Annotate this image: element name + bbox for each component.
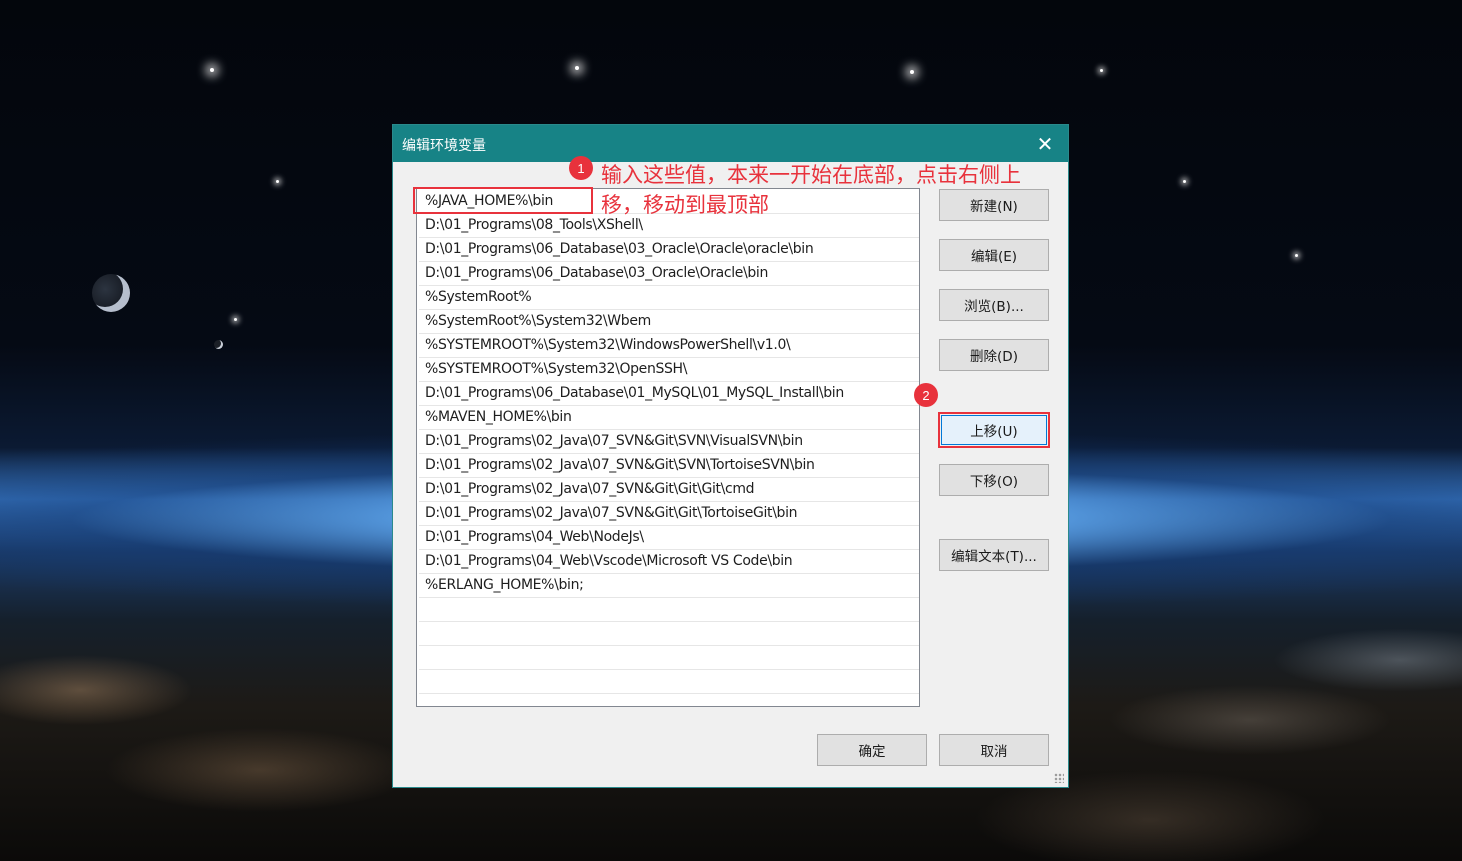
path-list-item[interactable]: %SystemRoot%\System32\Wbem [419, 310, 919, 334]
annotation-badge-1: 1 [569, 156, 593, 180]
path-list-item-text: D:\01_Programs\04_Web\NodeJs\ [425, 529, 644, 545]
star [575, 66, 579, 70]
star [1100, 69, 1103, 72]
title-bar[interactable]: 编辑环境变量 ✕ [393, 125, 1068, 162]
path-list-item[interactable]: %SYSTEMROOT%\System32\OpenSSH\ [419, 358, 919, 382]
path-list-item-text: D:\01_Programs\02_Java\07_SVN&Git\SVN\Vi… [425, 433, 803, 449]
path-list-item-text: D:\01_Programs\06_Database\03_Oracle\Ora… [425, 265, 768, 281]
path-list-item[interactable]: D:\01_Programs\02_Java\07_SVN&Git\SVN\To… [419, 454, 919, 478]
path-list-item-text: D:\01_Programs\02_Java\07_SVN&Git\Git\Gi… [425, 481, 755, 497]
star [234, 318, 237, 321]
path-list-item-text: D:\01_Programs\04_Web\Vscode\Microsoft V… [425, 553, 793, 569]
star [1183, 180, 1186, 183]
planet [92, 274, 130, 312]
path-list-item[interactable]: D:\01_Programs\04_Web\Vscode\Microsoft V… [419, 550, 919, 574]
star [910, 70, 914, 74]
annotation-note: 输入这些值，本来一开始在底部，点击右侧上移，移动到最顶部 [601, 163, 1021, 217]
path-list-item-text: %JAVA_HOME%\bin [425, 193, 554, 209]
path-list-item-text: D:\01_Programs\06_Database\03_Oracle\Ora… [425, 241, 814, 257]
dialog-title: 编辑环境变量 [402, 138, 486, 154]
path-list-item-text: %SystemRoot% [425, 289, 532, 305]
star [210, 68, 214, 72]
path-list-item[interactable] [419, 622, 919, 646]
path-list-item-text: %MAVEN_HOME%\bin [425, 409, 572, 425]
star [276, 180, 279, 183]
path-list-item[interactable]: %SYSTEMROOT%\System32\WindowsPowerShell\… [419, 334, 919, 358]
edit-text-button[interactable]: 编辑文本(T)... [939, 539, 1049, 571]
cancel-button[interactable]: 取消 [939, 734, 1049, 766]
path-list-item-text: D:\01_Programs\02_Java\07_SVN&Git\SVN\To… [425, 457, 815, 473]
path-list-item-text: %SYSTEMROOT%\System32\OpenSSH\ [425, 361, 688, 377]
path-list-item[interactable]: D:\01_Programs\04_Web\NodeJs\ [419, 526, 919, 550]
move-up-button[interactable]: 上移(U) [941, 415, 1047, 445]
close-button[interactable]: ✕ [1022, 125, 1068, 162]
path-list-item-text: %SystemRoot%\System32\Wbem [425, 313, 651, 329]
path-list-item[interactable] [419, 670, 919, 694]
path-list-item[interactable] [419, 598, 919, 622]
path-list-item[interactable]: D:\01_Programs\02_Java\07_SVN&Git\Git\To… [419, 502, 919, 526]
path-list[interactable]: %JAVA_HOME%\bin D:\01_Programs\08_Tools\X… [416, 188, 920, 707]
annotation-badge-2: 2 [914, 383, 938, 407]
path-list-item[interactable] [419, 646, 919, 670]
path-list-item[interactable]: D:\01_Programs\06_Database\03_Oracle\Ora… [419, 262, 919, 286]
close-icon: ✕ [1036, 131, 1054, 156]
edit-button[interactable]: 编辑(E) [939, 239, 1049, 271]
path-list-item[interactable]: %SystemRoot% [419, 286, 919, 310]
path-list-item-text: %ERLANG_HOME%\bin; [425, 577, 584, 593]
path-list-item[interactable]: D:\01_Programs\02_Java\07_SVN&Git\Git\Gi… [419, 478, 919, 502]
path-list-item[interactable] [419, 694, 919, 706]
ok-button[interactable]: 确定 [817, 734, 927, 766]
resize-grip-icon[interactable] [1054, 773, 1064, 783]
path-list-item[interactable]: D:\01_Programs\06_Database\03_Oracle\Ora… [419, 238, 919, 262]
path-list-item[interactable]: %ERLANG_HOME%\bin; [419, 574, 919, 598]
move-down-button[interactable]: 下移(O) [939, 464, 1049, 496]
path-list-item-text: D:\01_Programs\02_Java\07_SVN&Git\Git\To… [425, 505, 798, 521]
delete-button[interactable]: 删除(D) [939, 339, 1049, 371]
path-list-item[interactable]: D:\01_Programs\06_Database\01_MySQL\01_M… [419, 382, 919, 406]
moon [214, 340, 223, 349]
path-list-item[interactable]: D:\01_Programs\02_Java\07_SVN&Git\SVN\Vi… [419, 430, 919, 454]
path-list-item[interactable]: %MAVEN_HOME%\bin [419, 406, 919, 430]
browse-button[interactable]: 浏览(B)... [939, 289, 1049, 321]
path-list-item-text: D:\01_Programs\06_Database\01_MySQL\01_M… [425, 385, 844, 401]
path-list-item-text: %SYSTEMROOT%\System32\WindowsPowerShell\… [425, 337, 791, 353]
edit-environment-variable-dialog: 编辑环境变量 ✕ %JAVA_HOME%\bin D:\01_Programs\0… [392, 124, 1069, 788]
star [1295, 254, 1298, 257]
